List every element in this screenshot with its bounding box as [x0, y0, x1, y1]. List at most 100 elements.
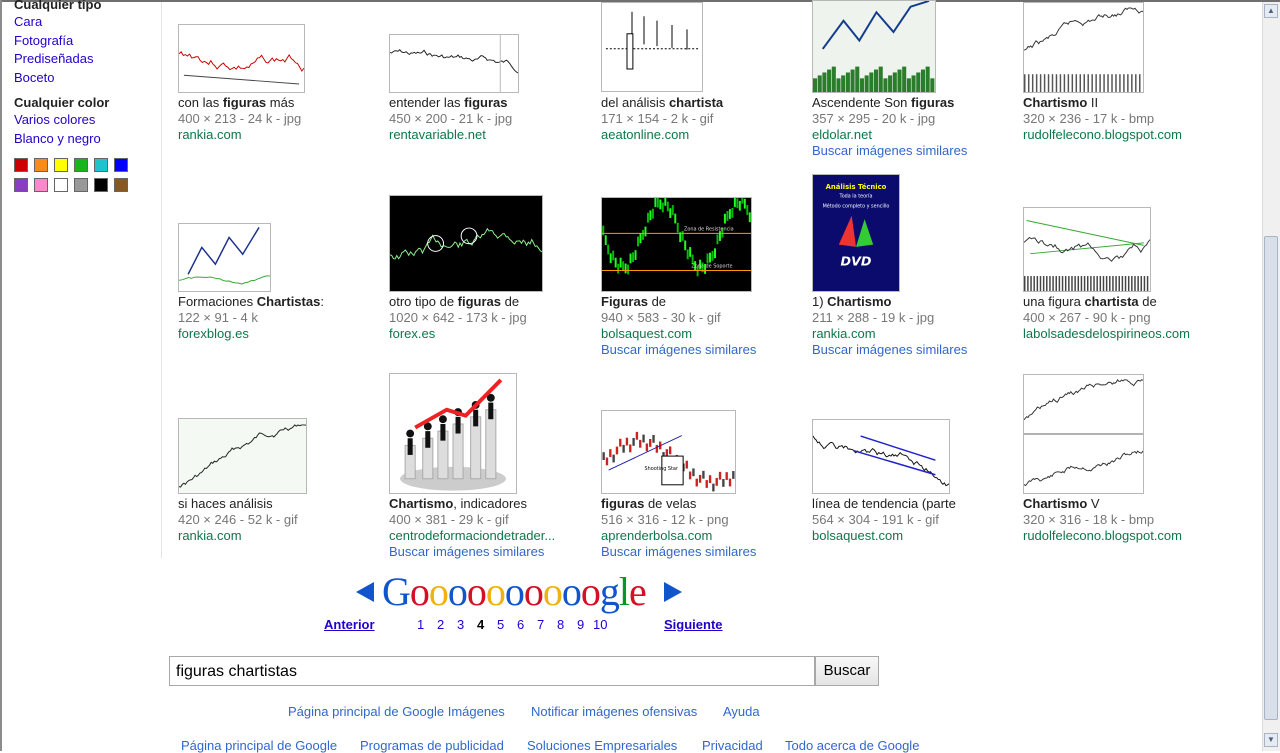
similar-images-link[interactable]: Buscar imágenes similares [601, 342, 756, 358]
result-title[interactable]: otro tipo de figuras de [389, 294, 519, 310]
color-swatch-green[interactable] [74, 158, 88, 172]
color-filter-bw[interactable]: Blanco y negro [14, 130, 154, 149]
logo-letter[interactable]: o [524, 569, 544, 614]
color-swatch-white[interactable] [54, 178, 68, 192]
prev-page-link[interactable]: Anterior [324, 617, 375, 632]
result-thumbnail[interactable] [1023, 2, 1144, 93]
footer-link-report[interactable]: Notificar imágenes ofensivas [531, 704, 697, 719]
color-swatch-purple[interactable] [14, 178, 28, 192]
type-filter-photo[interactable]: Fotografía [14, 32, 154, 51]
logo-letter[interactable]: o [486, 569, 506, 614]
result-title[interactable]: 1) Chartismo [812, 294, 891, 310]
result-thumbnail[interactable] [389, 195, 543, 292]
scrollbar-thumb[interactable] [1264, 236, 1278, 720]
result-title[interactable]: con las figuras más [178, 95, 294, 111]
color-swatch-yellow[interactable] [54, 158, 68, 172]
result-site: aeatonline.com [601, 127, 690, 142]
result-title[interactable]: Ascendente Son figuras [812, 95, 954, 111]
result-title[interactable]: una figura chartista de [1023, 294, 1157, 310]
result-title[interactable]: Chartismo II [1023, 95, 1098, 111]
result-title[interactable]: figuras de velas [601, 496, 696, 512]
color-filter-full[interactable]: Varios colores [14, 111, 154, 130]
color-swatch-pink[interactable] [34, 178, 48, 192]
result-site: labolsadesdelospirineos.com [1023, 326, 1190, 341]
result-meta: 357 × 295 - 20 k - jpg [812, 111, 936, 126]
result-meta: 564 × 304 - 191 k - gif [812, 512, 939, 527]
logo-letter[interactable]: o [581, 569, 601, 614]
logo-letter[interactable]: o [410, 569, 430, 614]
result-title[interactable]: línea de tendencia (parte [812, 496, 956, 512]
type-filter-clipart[interactable]: Prediseñadas [14, 50, 154, 69]
logo-letter[interactable]: o [429, 569, 449, 614]
page-number-1[interactable]: 1 [417, 617, 424, 632]
svg-text:Zona de Resistencia: Zona de Resistencia [684, 227, 734, 233]
result-site: centrodeformaciondetrader... [389, 528, 556, 543]
result-thumbnail[interactable] [178, 24, 305, 93]
result-title-text: de velas [644, 496, 697, 511]
page-number-6[interactable]: 6 [517, 617, 524, 632]
color-swatch-black[interactable] [94, 178, 108, 192]
color-swatch-brown[interactable] [114, 178, 128, 192]
result-title[interactable]: Figuras de [601, 294, 666, 310]
page-number-7[interactable]: 7 [537, 617, 544, 632]
logo-letter[interactable]: o [467, 569, 487, 614]
logo-letter[interactable]: o [448, 569, 468, 614]
result-title[interactable]: Formaciones Chartistas: [178, 294, 324, 310]
page-number-9[interactable]: 9 [577, 617, 584, 632]
result-thumbnail[interactable]: Análisis Técnico Toda la teoría Método com… [812, 174, 900, 292]
similar-images-link[interactable]: Buscar imágenes similares [389, 544, 544, 560]
footer-link-images-home[interactable]: Página principal de Google Imágenes [288, 704, 505, 719]
result-meta: 450 × 200 - 21 k - jpg [389, 111, 513, 126]
search-input[interactable]: figuras chartistas [169, 656, 815, 686]
color-swatch-orange[interactable] [34, 158, 48, 172]
result-thumbnail[interactable] [812, 419, 950, 494]
result-thumbnail[interactable] [178, 418, 307, 494]
result-thumbnail[interactable] [1023, 207, 1151, 292]
page-number-2[interactable]: 2 [437, 617, 444, 632]
type-filter-lineart[interactable]: Boceto [14, 69, 154, 88]
logo-letter: G [382, 569, 411, 614]
footer-link-help[interactable]: Ayuda [723, 704, 760, 719]
next-arrow-icon[interactable] [664, 582, 682, 602]
result-thumbnail[interactable] [601, 2, 703, 92]
result-title[interactable]: Chartismo V [1023, 496, 1100, 512]
result-thumbnail[interactable] [389, 373, 517, 494]
next-page-link[interactable]: Siguiente [664, 617, 723, 632]
logo-letter[interactable]: o [562, 569, 582, 614]
logo-letter[interactable]: o [505, 569, 525, 614]
result-thumbnail[interactable] [1023, 374, 1144, 494]
result-site: rudolfelecono.blogspot.com [1023, 127, 1182, 142]
color-swatch-red[interactable] [14, 158, 28, 172]
logo-letter[interactable]: o [543, 569, 563, 614]
result-thumbnail[interactable]: Shooting Star [601, 410, 736, 494]
result-title[interactable]: entender las figuras [389, 95, 508, 111]
result-site: forex.es [389, 326, 436, 341]
color-swatch-blue[interactable] [114, 158, 128, 172]
similar-images-link[interactable]: Buscar imágenes similares [601, 544, 756, 560]
prev-arrow-icon[interactable] [356, 582, 374, 602]
type-filter-face[interactable]: Cara [14, 13, 154, 32]
scroll-up-icon[interactable]: ▲ [1264, 4, 1278, 18]
similar-images-link[interactable]: Buscar imágenes similares [812, 143, 967, 159]
page-number-8[interactable]: 8 [557, 617, 564, 632]
result-meta: 400 × 381 - 29 k - gif [389, 512, 509, 527]
result-thumbnail[interactable]: Zona de Resistencia Zona de Soporte [601, 197, 752, 292]
page-number-5[interactable]: 5 [497, 617, 504, 632]
type-filter-heading: Cualquier tipo [14, 0, 102, 12]
page-number-3[interactable]: 3 [457, 617, 464, 632]
color-swatch-gray[interactable] [74, 178, 88, 192]
result-title[interactable]: si haces análisis [178, 496, 273, 512]
result-title[interactable]: Chartismo, indicadores [389, 496, 527, 512]
result-title-keyword: Chartistas [256, 294, 321, 309]
result-title-text: II [1087, 95, 1099, 110]
page-number-10[interactable]: 10 [593, 617, 607, 632]
result-title[interactable]: del análisis chartista [601, 95, 723, 111]
result-thumbnail[interactable] [812, 0, 936, 93]
color-swatch-teal[interactable] [94, 158, 108, 172]
similar-images-link[interactable]: Buscar imágenes similares [812, 342, 967, 358]
result-thumbnail[interactable] [178, 223, 271, 292]
scroll-down-icon[interactable]: ▼ [1264, 733, 1278, 747]
result-thumbnail[interactable] [389, 34, 519, 93]
result-title-keyword: figuras [457, 294, 501, 309]
search-button[interactable]: Buscar [815, 656, 879, 686]
